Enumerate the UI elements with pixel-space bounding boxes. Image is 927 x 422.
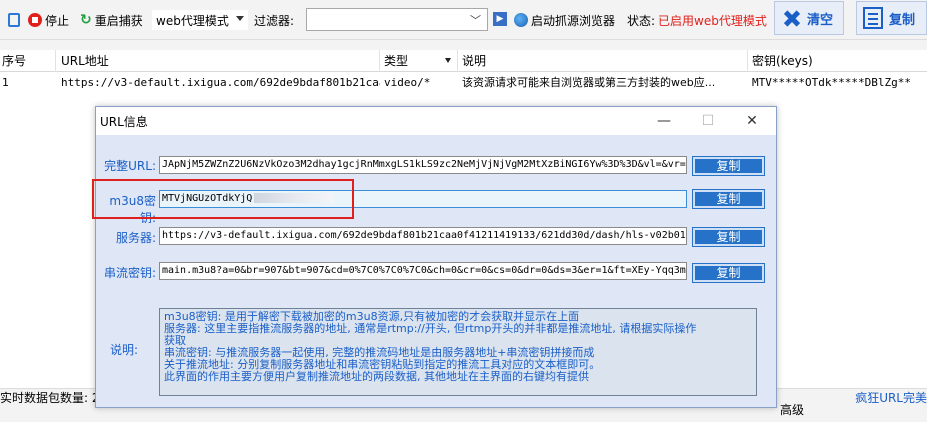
filter-label-text: 过滤器: (254, 13, 295, 28)
stream-key-label: 串流密钥: (103, 266, 156, 280)
filter-label: 过滤器: (254, 10, 294, 30)
column-header-keys[interactable]: 密钥(keys) (748, 50, 927, 72)
server-field[interactable]: https://v3-default.ixigua.com/692de9bdaf… (159, 227, 687, 245)
filter-input[interactable]: ﹀ (306, 8, 488, 31)
full-url-label: 完整URL: (104, 159, 156, 173)
copy-icon (8, 13, 20, 27)
cell-desc: 该资源请求可能来自浏览器或第三方封装的web应... (462, 76, 716, 89)
apply-filter-icon[interactable]: ▶ (493, 12, 507, 26)
launch-browser-label: 启动抓源浏览器 (531, 13, 616, 28)
table-row[interactable]: 1 https://v3-default.ixigua.com/692de9bd… (0, 72, 927, 94)
copy-small-button[interactable] (8, 10, 20, 30)
full-url-value: JApNjM5ZWZnZ2U6NzVkOzo3M2dhay1gcjRnMmxgL… (162, 159, 686, 170)
copy-icon (863, 7, 883, 29)
server-value: https://v3-default.ixigua.com/692de9bdaf… (162, 230, 686, 241)
maximize-icon[interactable]: ☐ (688, 109, 728, 133)
status-value: 已启用web代理模式 (658, 13, 767, 28)
restart-label: 重启捕获 (94, 13, 143, 28)
mode-select[interactable]: web代理模式 (152, 10, 248, 30)
copy-m3u8-key-button[interactable]: 复制 (692, 189, 765, 209)
launch-browser-button[interactable]: 启动抓源浏览器 (514, 10, 615, 30)
column-header-type-label: 类型 (384, 54, 409, 68)
column-header-index[interactable]: 序号 (0, 50, 56, 72)
cell-keys: MTV*****OTdk*****DBlZg** (752, 76, 911, 89)
globe-icon (514, 13, 528, 27)
stop-label: 停止 (45, 13, 70, 28)
cell-index: 1 (2, 76, 9, 89)
full-url-field[interactable]: JApNjM5ZWZnZ2U6NzVkOzo3M2dhay1gcjRnMmxgL… (159, 156, 687, 174)
column-header-url[interactable]: URL地址 (56, 50, 380, 72)
server-label: 服务器: (115, 231, 156, 245)
chevron-down-icon (236, 16, 244, 21)
description-box: m3u8密钥: 是用于解密下载被加密的m3u8资源,只有被加密的才会获取并显示在… (159, 308, 757, 396)
toolbar: 停止 ↻ 重启捕获 web代理模式 过滤器: ﹀ ▶ 启动抓源浏览器 状态: 已… (0, 0, 927, 40)
dialog-title: URL信息 (100, 115, 148, 129)
status-label-text: 状态: (627, 13, 656, 28)
clear-label: 清空 (807, 12, 834, 28)
stop-icon (28, 13, 42, 27)
cell-url: https://v3-default.ixigua.com/692de9bdaf… (61, 76, 380, 89)
stop-button[interactable]: 停止 (28, 10, 69, 30)
brand-link[interactable]: 疯狂URL完美 (855, 389, 927, 406)
copy-full-url-button[interactable]: 复制 (692, 156, 765, 176)
table-header: 序号 URL地址 类型 说明 密钥(keys) (0, 50, 927, 72)
status-label: 状态: 已启用web代理模式 (627, 10, 767, 30)
copy-button[interactable]: 复制 (856, 1, 927, 35)
url-info-dialog: URL信息 — ☐ ✕ 完整URL: JApNjM5ZWZnZ2U6NzVkOz… (92, 106, 777, 408)
column-header-desc[interactable]: 说明 (458, 50, 748, 72)
refresh-icon: ↻ (80, 12, 92, 28)
copy-server-button[interactable]: 复制 (692, 227, 765, 247)
copy-label: 复制 (889, 12, 916, 28)
clear-icon (781, 8, 801, 28)
description-line: 此界面的作用主要方便用户复制推流地址的两段数据, 其他地址在主界面的右键均有提供 (164, 370, 589, 383)
description-label: 说明: (110, 343, 139, 357)
stream-key-value: main.m3u8?a=0&br=907&bt=907&cd=0%7C0%7C0… (162, 265, 686, 276)
packet-count: 实时数据包数量: 2 (0, 391, 100, 405)
minimize-icon[interactable]: — (644, 109, 684, 133)
clear-button[interactable]: 清空 (774, 1, 844, 35)
close-icon[interactable]: ✕ (732, 109, 772, 133)
highlight-box (92, 179, 354, 219)
sort-icon (445, 58, 451, 63)
dialog-titlebar[interactable]: URL信息 — ☐ ✕ (96, 107, 776, 135)
restart-capture-button[interactable]: ↻ 重启捕获 (80, 10, 143, 30)
description-line: 服务器: 这里主要指推流服务器的地址, 通常是rtmp://开头, 但rtmp开… (164, 322, 697, 335)
stream-key-field[interactable]: main.m3u8?a=0&br=907&bt=907&cd=0%7C0%7C0… (159, 262, 687, 280)
column-header-type[interactable]: 类型 (380, 50, 458, 72)
copy-stream-key-button[interactable]: 复制 (692, 263, 765, 283)
cell-type: video/* (384, 76, 431, 89)
chevron-down-icon[interactable]: ﹀ (470, 12, 481, 28)
advanced-label[interactable]: 高级 (780, 401, 804, 418)
mode-select-value: web代理模式 (156, 13, 229, 28)
